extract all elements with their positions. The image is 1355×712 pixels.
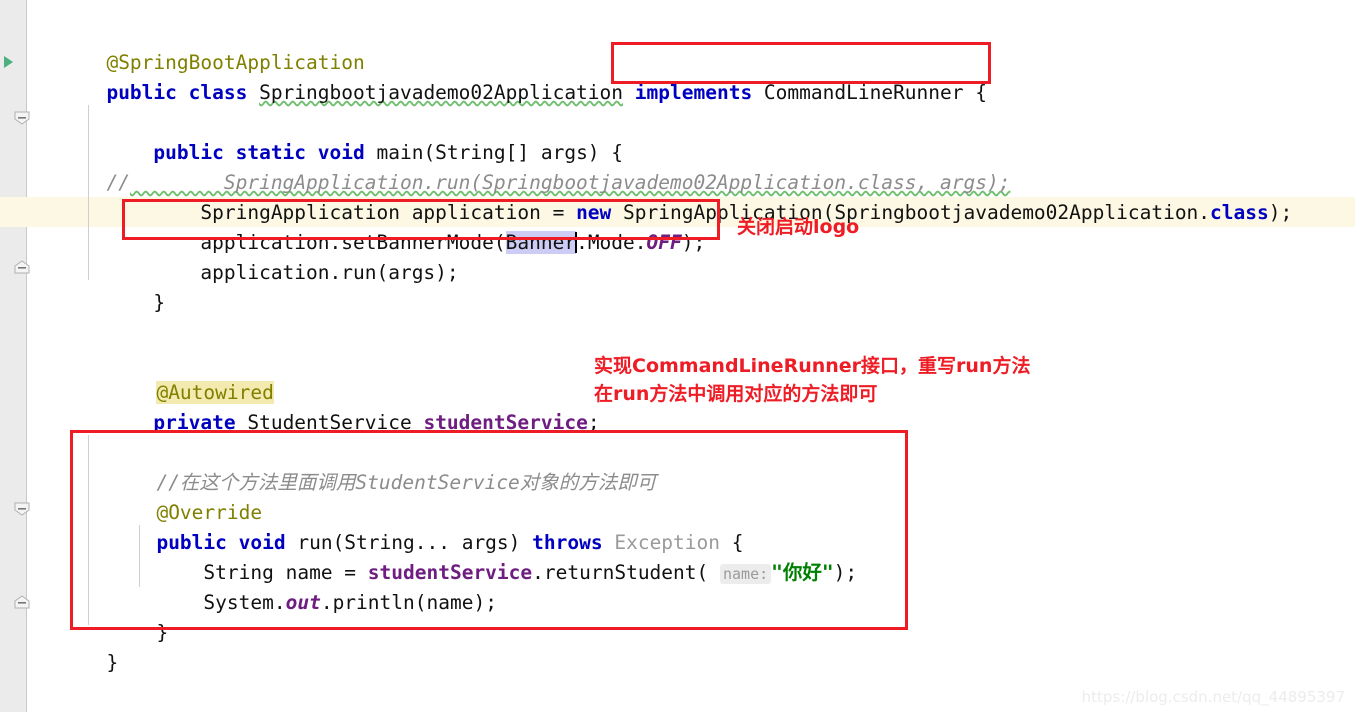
semicolon: ; xyxy=(587,411,600,434)
line-end-paren: ); xyxy=(833,561,858,584)
brace-close-run: } xyxy=(156,621,169,644)
code-line-close-class[interactable]: } xyxy=(36,618,118,708)
enum-constant-off: OFF xyxy=(646,231,682,254)
brace-close-main: } xyxy=(106,291,166,314)
string-literal-nihao: "你好" xyxy=(771,561,834,584)
call-system: System. xyxy=(156,591,286,614)
keyword-private: private xyxy=(106,411,248,434)
keyword-class-literal: class xyxy=(1210,201,1269,224)
mode-accessor: .Mode. xyxy=(576,231,647,254)
note-implement-interface: 实现CommandLineRunner接口，重写run方法 xyxy=(594,355,1031,377)
code-editor[interactable]: @SpringBootApplication public class Spri… xyxy=(0,0,1355,712)
type-studentservice: StudentService xyxy=(247,411,424,434)
field-system-out: out xyxy=(285,591,321,614)
brace-close-class: } xyxy=(106,651,119,674)
interface-commandlinerunner: CommandLineRunner xyxy=(752,81,964,104)
note-call-in-run: 在run方法中调用对应的方法即可 xyxy=(594,383,878,405)
call-returnstudent: .returnStudent( xyxy=(532,561,720,584)
parameter-hint-name: name: xyxy=(720,564,772,584)
field-studentservice: studentService xyxy=(423,411,588,434)
code-line-close-main[interactable]: } xyxy=(36,258,165,348)
line-end-paren: ); xyxy=(1268,201,1293,224)
watermark-text: https://blog.csdn.net/qq_44895397 xyxy=(1081,688,1345,706)
class-name-springbootjavademo02application: Springbootjavademo02Application xyxy=(259,81,624,104)
selected-token-banner[interactable]: Banner xyxy=(505,231,577,254)
keyword-implements: implements xyxy=(634,81,753,104)
note-disable-banner: 关闭启动logo xyxy=(737,216,860,238)
line-end-paren: ); xyxy=(681,231,706,254)
keyword-public-class: public class xyxy=(106,81,260,104)
call-println: .println(name); xyxy=(320,591,497,614)
brace-open: { xyxy=(963,81,987,104)
